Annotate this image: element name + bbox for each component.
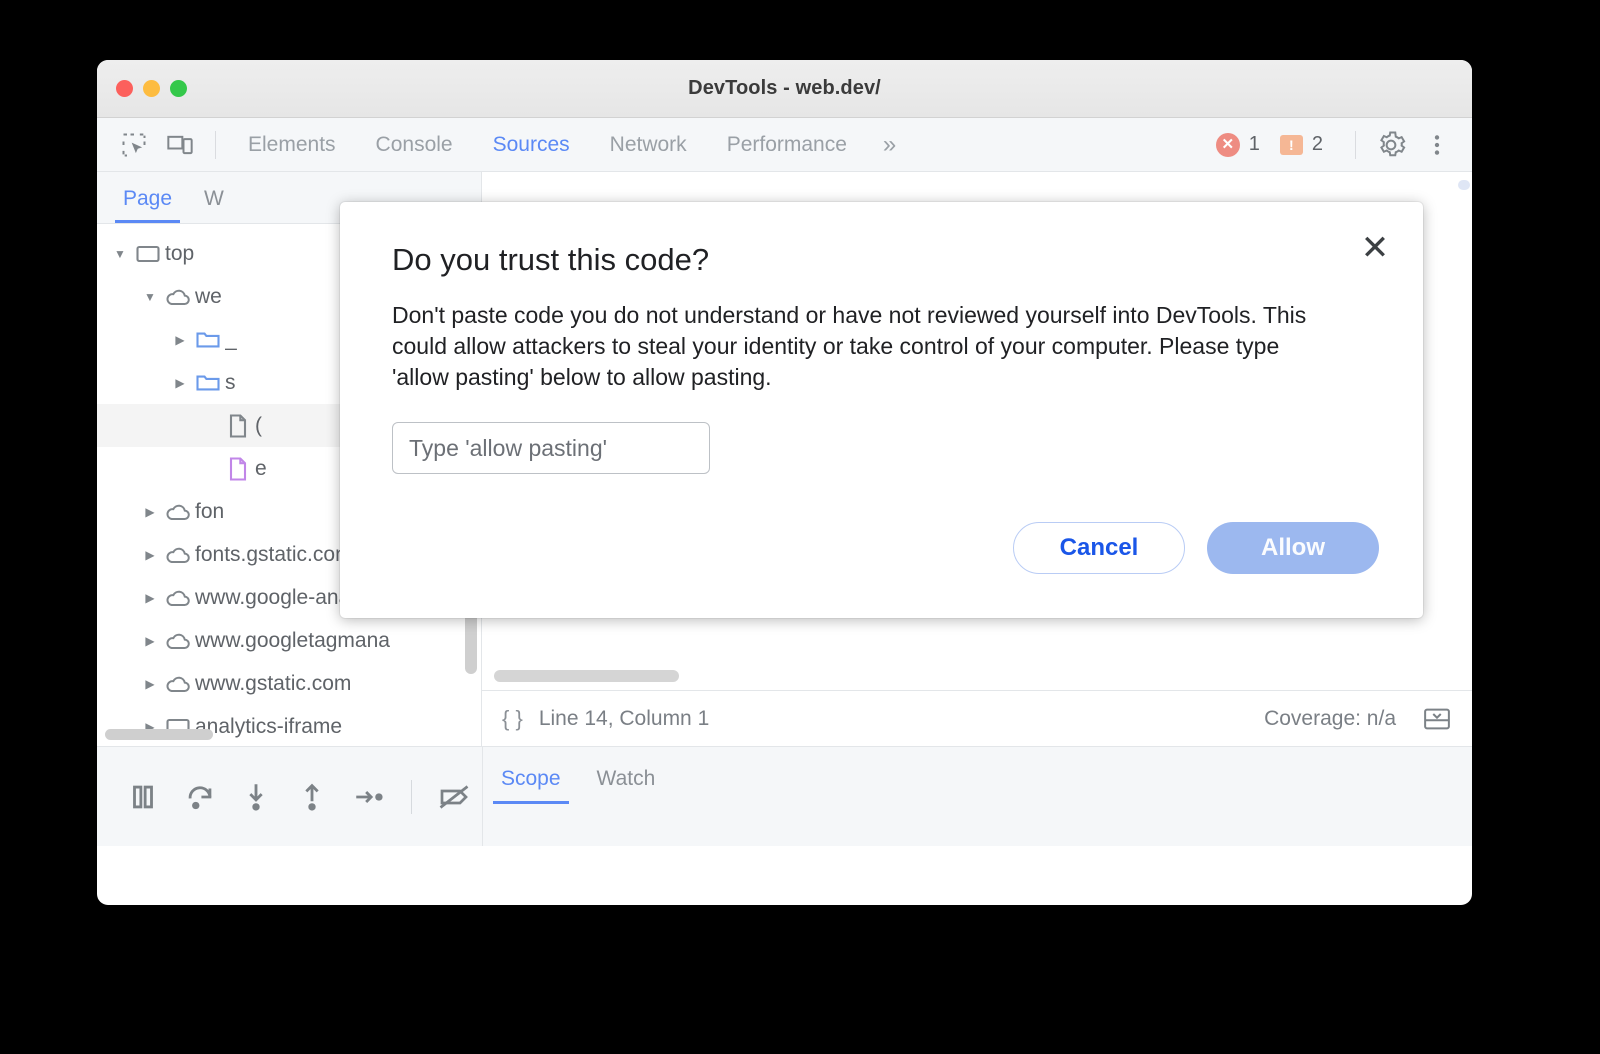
panel-tabs: Elements Console Sources Network Perform… xyxy=(228,131,909,159)
tab-scope[interactable]: Scope xyxy=(483,747,579,846)
error-icon: ✕ xyxy=(1215,132,1240,157)
dialog-actions: Cancel Allow xyxy=(1013,522,1379,574)
devtools-window: DevTools - web.dev/ Elements Console Sou… xyxy=(97,60,1472,905)
warning-icon: ! xyxy=(1279,134,1303,155)
tree-item-label: s xyxy=(225,370,236,394)
inspect-element-icon[interactable] xyxy=(111,126,157,164)
cursor-position: Line 14, Column 1 xyxy=(538,706,710,730)
toolbar-divider-right xyxy=(1355,130,1356,159)
show-drawer-icon[interactable] xyxy=(1422,704,1452,734)
folder-icon xyxy=(191,326,225,354)
step-out-icon[interactable] xyxy=(284,767,340,827)
tree-item-label: fonts.gstatic.com xyxy=(195,542,353,566)
tab-sources[interactable]: Sources xyxy=(473,133,590,157)
frame-icon xyxy=(131,240,165,268)
editor-vertical-scrollbar[interactable] xyxy=(1458,180,1470,190)
devtools-toolbar: Elements Console Sources Network Perform… xyxy=(97,118,1472,172)
step-icon[interactable] xyxy=(340,767,396,827)
device-toolbar-icon[interactable] xyxy=(157,126,203,164)
debugger-sidebar-tabs: Scope Watch xyxy=(482,747,673,846)
tab-network[interactable]: Network xyxy=(590,133,707,157)
window-titlebar: DevTools - web.dev/ xyxy=(97,60,1472,118)
tree-item[interactable]: ▶ www.gstatic.com xyxy=(97,662,481,705)
cloud-icon xyxy=(161,627,195,655)
deactivate-breakpoints-icon[interactable] xyxy=(426,767,482,827)
tree-item-label: analytics-iframe xyxy=(195,714,343,738)
allow-pasting-input[interactable] xyxy=(392,422,710,475)
coverage-status: Coverage: n/a xyxy=(1264,706,1396,730)
file-tree-horizontal-scrollbar[interactable] xyxy=(105,729,213,740)
more-tabs-icon[interactable]: » xyxy=(867,131,909,159)
tab-elements[interactable]: Elements xyxy=(228,133,356,157)
debugger-toolbar: Scope Watch xyxy=(97,746,1472,846)
screenshot-stage: DevTools - web.dev/ Elements Console Sou… xyxy=(0,0,1600,1054)
chevron-right-icon[interactable]: ▶ xyxy=(139,591,161,605)
pause-icon[interactable] xyxy=(115,767,171,827)
chevron-right-icon[interactable]: ▶ xyxy=(139,634,161,648)
tree-item[interactable]: ▶ www.googletagmana xyxy=(97,619,481,662)
statusbar-right: Coverage: n/a xyxy=(1264,704,1452,734)
editor-statusbar: { } Line 14, Column 1 Coverage: n/a xyxy=(482,690,1472,746)
tab-watch[interactable]: Watch xyxy=(579,747,674,846)
warning-badge[interactable]: ! 2 xyxy=(1279,133,1323,156)
cloud-icon xyxy=(161,283,195,311)
error-badge[interactable]: ✕ 1 xyxy=(1215,132,1260,157)
pretty-print-icon[interactable]: { } xyxy=(502,706,523,732)
editor-horizontal-scrollbar[interactable] xyxy=(494,670,679,682)
allow-button[interactable]: Allow xyxy=(1207,522,1379,574)
toolbar-divider xyxy=(215,130,216,159)
style-icon xyxy=(221,455,255,483)
tab-console[interactable]: Console xyxy=(356,133,473,157)
dialog-body-text: Don't paste code you do not understand o… xyxy=(392,302,1307,390)
nav-tab-workspace[interactable]: W xyxy=(188,187,240,223)
cloud-icon xyxy=(161,541,195,569)
trust-code-dialog: ✕ Do you trust this code? Don't paste co… xyxy=(340,202,1423,618)
tree-item-label: we xyxy=(195,284,222,308)
close-icon[interactable]: ✕ xyxy=(1355,228,1395,268)
toolbar-right-group: ✕ 1 ! 2 xyxy=(1215,118,1472,171)
error-count: 1 xyxy=(1248,133,1260,155)
chevron-right-icon[interactable]: ▶ xyxy=(169,333,191,347)
tree-item-label: _ xyxy=(225,327,237,351)
chevron-right-icon[interactable]: ▶ xyxy=(139,505,161,519)
nav-tab-page[interactable]: Page xyxy=(107,187,188,223)
cancel-button[interactable]: Cancel xyxy=(1013,522,1185,574)
debugger-divider xyxy=(410,779,412,814)
tree-item-label: www.googletagmana xyxy=(195,628,390,652)
tree-item-label: top xyxy=(165,241,195,265)
dialog-title: Do you trust this code? xyxy=(392,242,710,277)
window-title: DevTools - web.dev/ xyxy=(688,77,881,99)
kebab-menu-icon[interactable] xyxy=(1414,126,1460,164)
chevron-right-icon[interactable]: ▶ xyxy=(169,376,191,390)
tree-item-label: ( xyxy=(255,413,262,437)
step-into-icon[interactable] xyxy=(228,767,284,827)
document-icon xyxy=(221,412,255,440)
chevron-right-icon[interactable]: ▶ xyxy=(139,677,161,691)
cloud-icon xyxy=(161,584,195,612)
step-over-icon[interactable] xyxy=(171,767,227,827)
warning-count: 2 xyxy=(1311,133,1323,155)
folder-icon xyxy=(191,369,225,397)
chevron-down-icon[interactable]: ▼ xyxy=(109,247,131,261)
debugger-buttons xyxy=(97,767,482,827)
tree-item-label: e xyxy=(255,456,267,480)
gear-icon[interactable] xyxy=(1368,126,1414,164)
tab-performance[interactable]: Performance xyxy=(707,133,867,157)
tree-item-label: fon xyxy=(195,499,225,523)
chevron-right-icon[interactable]: ▶ xyxy=(139,548,161,562)
tree-item-label: www.gstatic.com xyxy=(195,671,352,695)
cloud-icon xyxy=(161,498,195,526)
cloud-icon xyxy=(161,670,195,698)
chevron-down-icon[interactable]: ▼ xyxy=(139,290,161,304)
